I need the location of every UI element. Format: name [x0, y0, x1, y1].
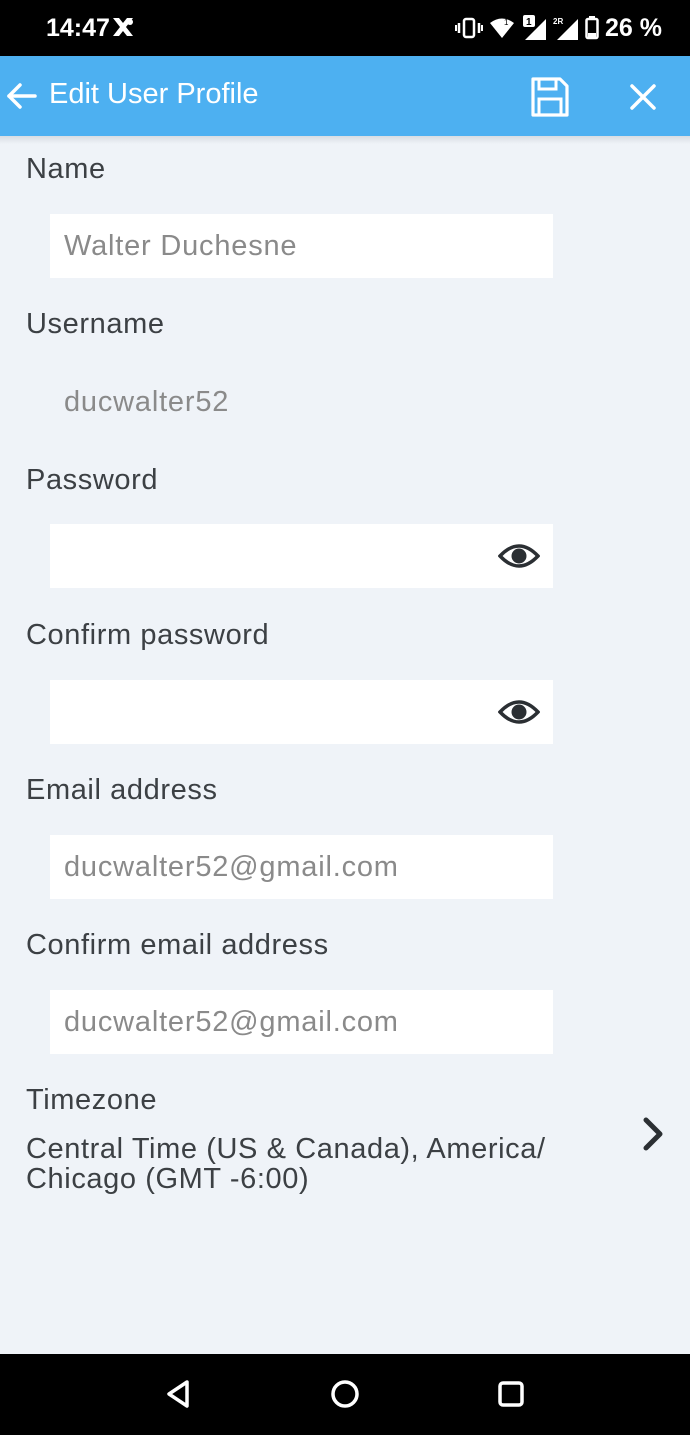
eye-icon[interactable] [498, 694, 540, 730]
status-time: 14:47 [46, 14, 110, 42]
name-field[interactable]: Walter Duchesne [50, 214, 553, 278]
status-icons: 1 1 2R 26 % [455, 13, 662, 43]
password-label: Password [26, 464, 159, 496]
svg-text:1: 1 [526, 17, 532, 28]
chevron-right-icon[interactable] [638, 1116, 668, 1152]
floppy-disk-icon[interactable] [526, 74, 572, 120]
email-label: Email address [26, 774, 218, 806]
timezone-label: Timezone [26, 1084, 158, 1116]
username-value: ducwalter52 [64, 386, 230, 418]
battery-percentage: 26 % [605, 13, 662, 42]
name-field-value: Walter Duchesne [64, 229, 298, 262]
name-label: Name [26, 153, 106, 185]
app-bar-shadow [0, 136, 690, 144]
status-bar: 14:47 1 1 2R 26 % [0, 0, 690, 56]
confirm-email-field[interactable]: ducwalter52@gmail.com [50, 990, 553, 1054]
home-circle-icon[interactable] [325, 1374, 365, 1414]
svg-text:1: 1 [504, 18, 509, 27]
confirm-password-field[interactable] [50, 680, 553, 744]
username-label: Username [26, 308, 165, 340]
vibrate-icon [455, 17, 484, 39]
confirm-email-field-value: ducwalter52@gmail.com [64, 1005, 399, 1038]
wifi-icon: 1 [490, 18, 515, 38]
eye-icon[interactable] [498, 538, 540, 574]
email-field[interactable]: ducwalter52@gmail.com [50, 835, 553, 899]
svg-text:2R: 2R [553, 17, 563, 26]
confirm-email-label: Confirm email address [26, 929, 329, 961]
email-field-value: ducwalter52@gmail.com [64, 850, 399, 883]
recents-square-icon[interactable] [491, 1374, 531, 1414]
battery-icon [585, 16, 599, 40]
navigation-bar [0, 1354, 690, 1435]
page-title: Edit User Profile [49, 78, 259, 110]
sim1-signal-icon: 1 [523, 15, 547, 40]
close-icon[interactable] [620, 74, 666, 120]
sim2-signal-icon: 2R [553, 17, 579, 40]
app-bar: Edit User Profile [0, 56, 690, 136]
arrow-left-icon[interactable] [4, 77, 42, 115]
password-field[interactable] [50, 524, 553, 588]
back-triangle-icon[interactable] [159, 1374, 199, 1414]
app-notification-icon [113, 18, 133, 36]
confirm-password-label: Confirm password [26, 619, 270, 651]
timezone-value: Central Time (US & Canada), America/ Chi… [26, 1133, 546, 1195]
